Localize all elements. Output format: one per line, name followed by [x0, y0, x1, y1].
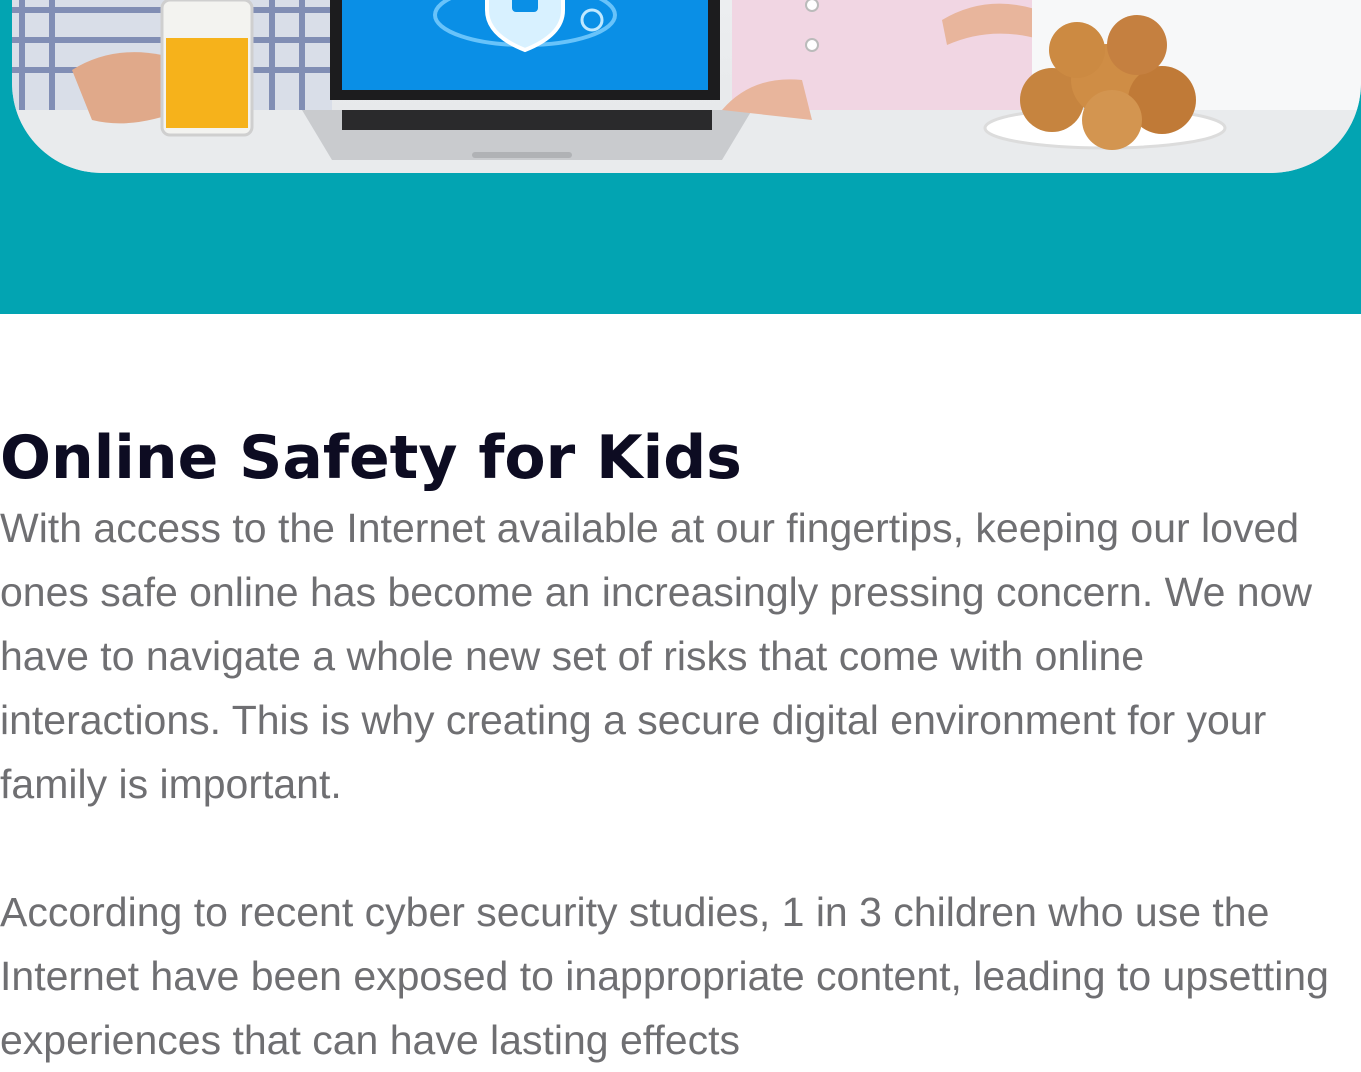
- article: Online Safety for Kids With access to th…: [0, 420, 1361, 1072]
- hero-photo: [12, 0, 1361, 173]
- article-title: Online Safety for Kids: [0, 423, 742, 493]
- article-paragraph: With access to the Internet available at…: [0, 505, 1312, 807]
- hero-banner: [0, 0, 1361, 314]
- child: [722, 0, 1052, 120]
- article-paragraph: According to recent cyber security studi…: [0, 889, 1329, 1063]
- juice-glass: [160, 0, 254, 137]
